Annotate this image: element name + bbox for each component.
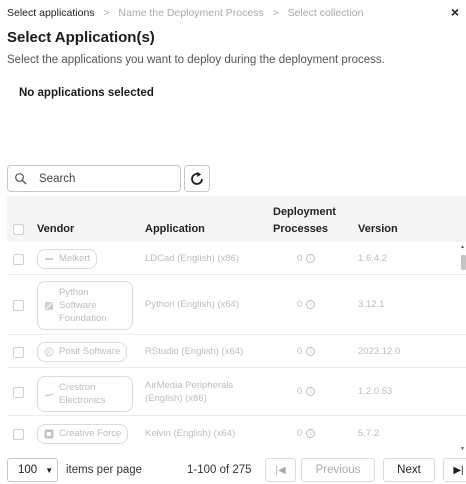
info-icon[interactable]: i	[306, 387, 316, 396]
column-header-application[interactable]: Application	[145, 223, 205, 236]
vendor-logo-icon: R	[44, 347, 54, 357]
column-header-deployment-line: Deployment	[273, 206, 336, 218]
select-all-checkbox[interactable]	[13, 224, 24, 235]
scroll-up-arrow-icon[interactable]: ▲	[460, 244, 465, 250]
breadcrumb-separator: >	[272, 7, 279, 19]
vendor-name-line: Python	[59, 287, 89, 298]
application-name: LDCad (English) (x86)	[145, 253, 239, 264]
svg-text:R: R	[47, 349, 51, 356]
deployment-count: 0i	[297, 253, 316, 264]
page-title: Select Application(s)	[7, 29, 155, 46]
table-scrollbar[interactable]: ▲ ▼	[459, 244, 466, 452]
close-button[interactable]: ×	[451, 4, 459, 20]
vendor-chip: Crestron Electronics	[37, 376, 133, 412]
breadcrumb-step-select-collection: Select collection	[287, 7, 364, 19]
row-checkbox[interactable]	[13, 387, 24, 398]
selected-applications-empty-message: No applications selected	[19, 87, 154, 99]
table-row[interactable]: Crestron Electronics AirMedia Peripheral…	[7, 368, 466, 416]
refresh-icon	[191, 171, 203, 185]
vendor-name: Crestron Electronics	[59, 381, 105, 407]
application-name-line: AirMedia Peripherals	[145, 380, 234, 391]
vendor-chip: Python Software Foundation	[37, 281, 133, 330]
table-row[interactable]: Python Software Foundation Python (Engli…	[7, 275, 466, 335]
application-version: 2023.12.0	[358, 346, 401, 357]
vendor-logo-icon	[45, 301, 53, 310]
info-icon[interactable]: i	[306, 429, 316, 438]
vendor-name: Melkert	[59, 253, 91, 264]
row-checkbox[interactable]	[13, 347, 24, 358]
items-per-page-select[interactable]: 100 ▼	[7, 458, 58, 482]
caret-down-icon: ▼	[45, 465, 54, 475]
vendor-name-line: Crestron	[59, 382, 96, 393]
vendor-logo-icon	[44, 429, 54, 439]
refresh-button[interactable]	[184, 165, 210, 192]
pagination-bar: 100 ▼ items per page 1-100 of 275 |◀ Pre…	[0, 456, 466, 484]
last-page-button[interactable]: ▶|	[443, 458, 466, 482]
vendor-logo-icon	[44, 393, 54, 397]
application-name: AirMedia Peripherals (English) (x86)	[145, 379, 233, 405]
application-version: 1.6.4.2	[358, 253, 388, 264]
vendor-name: Python Software Foundation	[59, 286, 107, 325]
row-checkbox[interactable]	[13, 254, 24, 265]
breadcrumb-step-name-process: Name the Deployment Process	[118, 7, 264, 19]
first-page-icon: |◀	[275, 464, 286, 476]
deployment-count-value: 0	[297, 386, 303, 397]
info-icon[interactable]: i	[306, 254, 316, 263]
application-name-line: (English) (x86)	[145, 393, 207, 404]
search-input[interactable]	[39, 172, 169, 185]
search-box[interactable]	[7, 165, 181, 192]
next-page-button[interactable]: Next	[383, 458, 435, 482]
applications-table: Vendor Application Deployment Processes …	[7, 196, 466, 452]
application-name: RStudio (English) (x64)	[145, 346, 244, 357]
vendor-name-line: Foundation	[59, 313, 107, 324]
deployment-count-value: 0	[297, 253, 303, 264]
info-icon[interactable]: i	[306, 347, 316, 356]
vendor-name-line: Electronics	[59, 395, 106, 406]
table-row[interactable]: Melkert LDCad (English) (x86) 0i 1.6.4.2	[7, 242, 466, 275]
deployment-count: 0i	[297, 386, 316, 397]
column-header-vendor[interactable]: Vendor	[37, 223, 74, 236]
vendor-chip: Melkert	[37, 249, 98, 269]
column-header-version[interactable]: Version	[358, 223, 398, 236]
deployment-count: 0i	[297, 299, 316, 310]
scrollbar-thumb[interactable]	[461, 255, 466, 270]
vendor-chip: Creative Force	[37, 424, 129, 444]
deployment-count-value: 0	[297, 299, 303, 310]
application-name: Python (English) (x64)	[145, 299, 239, 310]
application-name: Kelvin (English) (x64)	[145, 428, 236, 439]
application-version: 5.7.2	[358, 428, 380, 439]
items-per-page-label: items per page	[66, 464, 143, 476]
row-checkbox[interactable]	[13, 300, 24, 311]
breadcrumb-step-select-applications: Select applications	[7, 7, 95, 19]
deployment-count-value: 0	[297, 428, 303, 439]
pagination-range: 1-100 of 275	[187, 464, 252, 476]
row-checkbox[interactable]	[13, 429, 24, 440]
close-icon: ×	[450, 4, 459, 20]
deployment-count-value: 0	[297, 346, 303, 357]
breadcrumb: Select applications > Name the Deploymen…	[7, 7, 363, 19]
last-page-icon: ▶|	[453, 464, 464, 476]
vendor-logo-icon	[45, 258, 53, 260]
scroll-down-arrow-icon[interactable]: ▼	[460, 446, 465, 452]
application-version: 1.2.0.53	[358, 386, 393, 397]
table-header: Vendor Application Deployment Processes …	[7, 196, 466, 242]
column-header-deployment-processes[interactable]: Deployment Processes	[273, 206, 336, 236]
info-icon[interactable]: i	[306, 300, 316, 309]
previous-page-button[interactable]: Previous	[301, 458, 375, 482]
vendor-name: Creative Force	[59, 428, 122, 439]
deployment-count: 0i	[297, 428, 316, 439]
table-row[interactable]: Creative Force Kelvin (English) (x64) 0i…	[7, 416, 466, 452]
first-page-button[interactable]: |◀	[265, 458, 296, 482]
page-subtitle: Select the applications you want to depl…	[7, 54, 385, 66]
search-icon	[15, 172, 27, 184]
deployment-count: 0i	[297, 346, 316, 357]
vendor-name: Posit Software	[59, 346, 121, 357]
items-per-page-value: 100	[18, 464, 38, 476]
application-version: 3.12.1	[358, 299, 385, 310]
table-row[interactable]: R Posit Software RStudio (English) (x64)…	[7, 335, 466, 368]
vendor-chip: R Posit Software	[37, 342, 128, 362]
breadcrumb-separator: >	[103, 7, 110, 19]
column-header-processes-line: Processes	[273, 223, 329, 235]
vendor-name-line: Software	[59, 300, 97, 311]
